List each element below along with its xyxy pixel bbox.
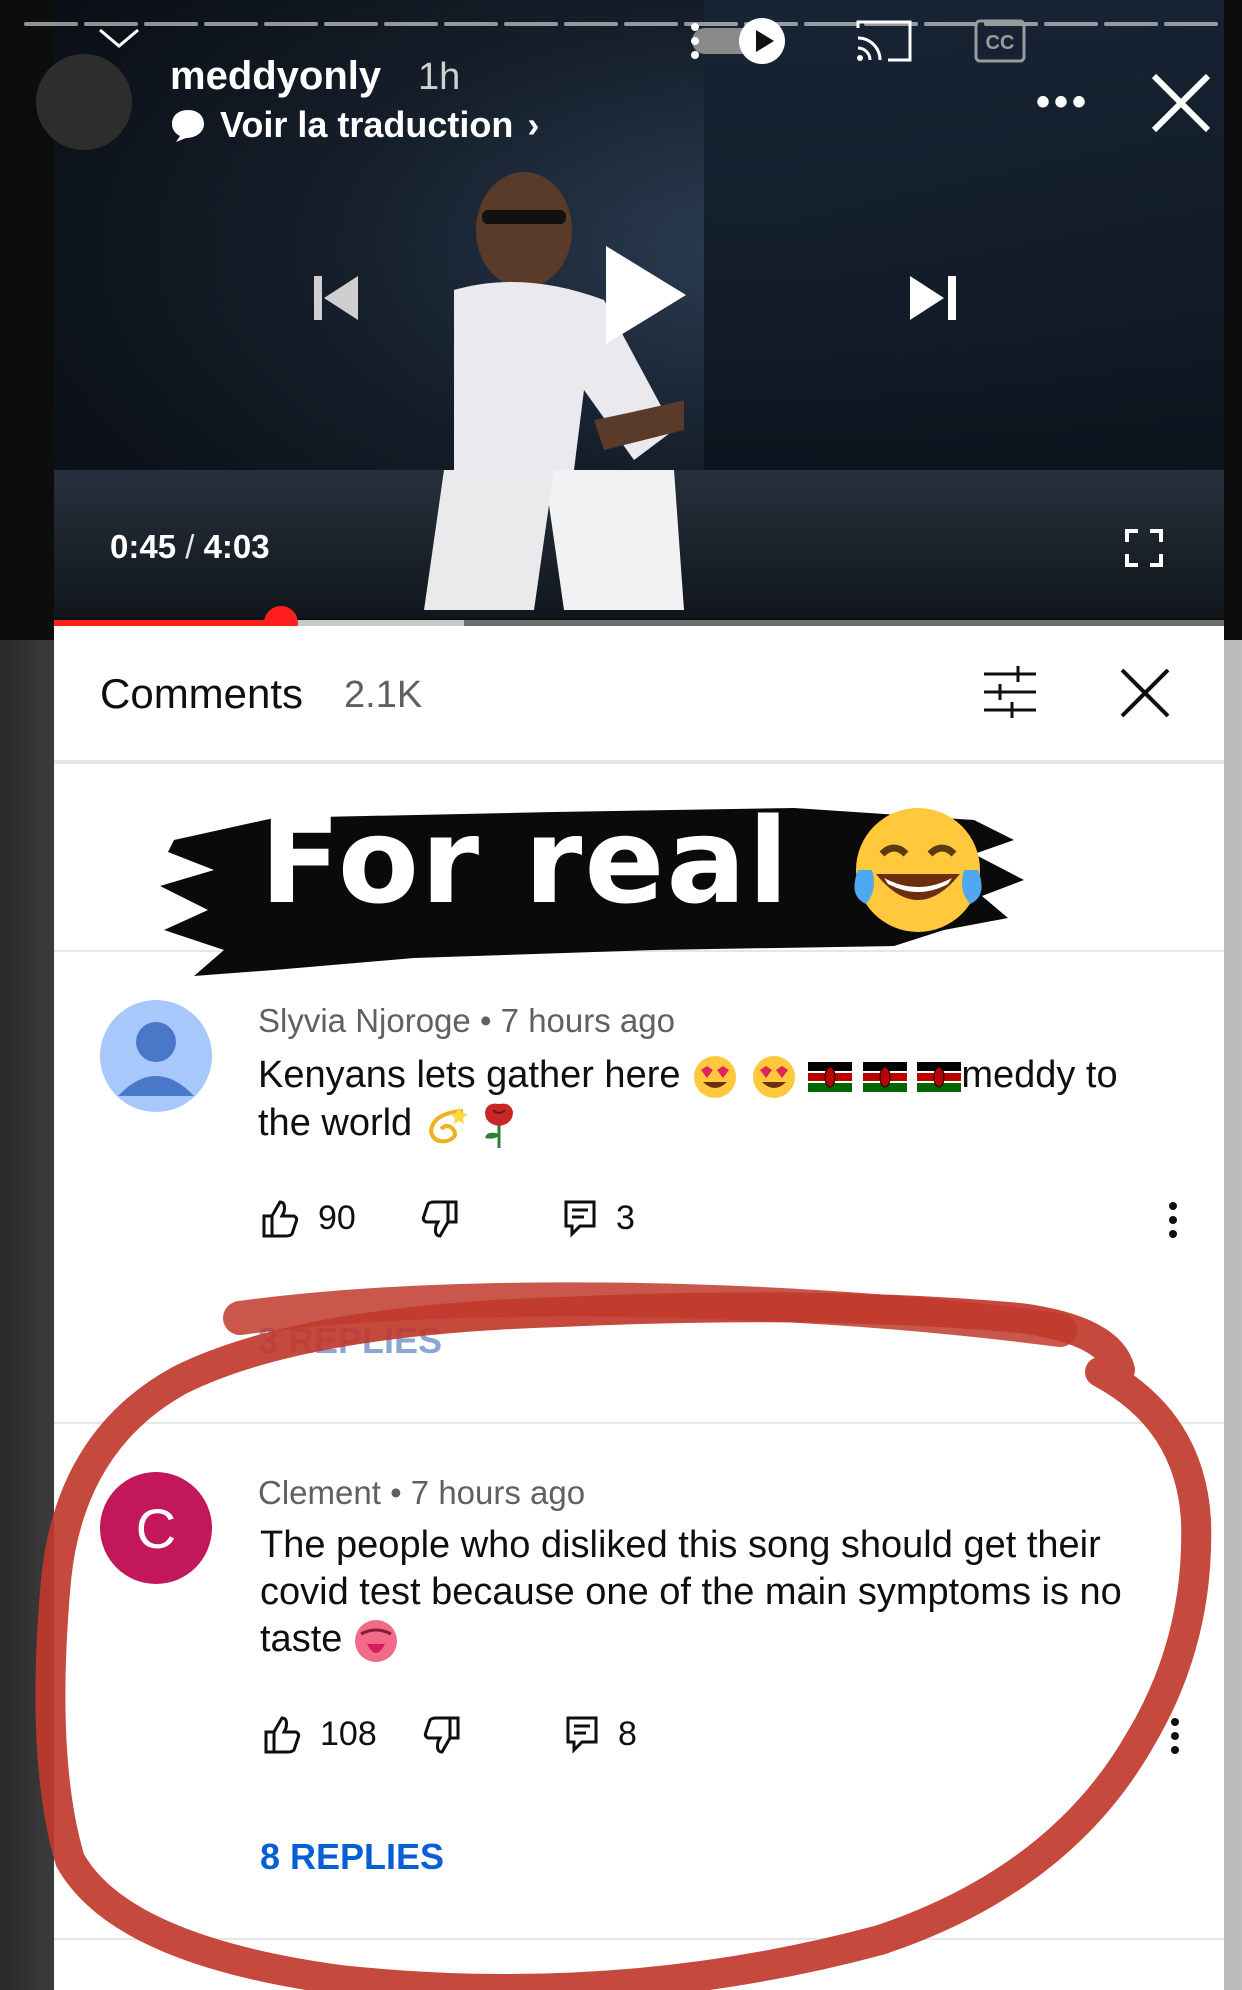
comment-meta: Clement • 7 hours ago (258, 1474, 586, 1511)
previous-button[interactable] (306, 268, 366, 328)
sort-icon (984, 666, 1036, 718)
thumbs-up-icon (264, 1716, 301, 1754)
reply-icon (566, 1716, 598, 1754)
reply-button[interactable]: 3 (562, 1198, 635, 1238)
comment-text: Kenyans lets gather here meddy to the wo… (258, 1052, 1178, 1150)
speech-bubble-icon (172, 110, 204, 142)
like-button[interactable]: 108 (262, 1714, 377, 1754)
like-button[interactable]: 90 (260, 1198, 356, 1238)
story-username[interactable]: meddyonly (170, 54, 381, 99)
heart-eyes-emoji (752, 1055, 795, 1098)
comment-text-line1: Kenyans lets gather here (258, 1054, 681, 1096)
chevron-down-icon[interactable] (96, 26, 142, 50)
cast-icon[interactable] (854, 18, 914, 64)
reply-button[interactable]: 8 (564, 1714, 637, 1754)
divider (54, 1422, 1224, 1424)
tongue-emoji (354, 1619, 397, 1662)
sort-button[interactable] (982, 666, 1038, 725)
comment-text-line2: the world (258, 1102, 413, 1144)
view-replies-button[interactable]: 3 REPLIES (258, 1320, 442, 1362)
heart-eyes-emoji (694, 1055, 737, 1098)
dislike-button[interactable] (420, 1200, 460, 1240)
close-icon (1151, 73, 1211, 133)
video-time: 0:45 / 4:03 (110, 528, 270, 566)
next-button[interactable] (904, 268, 964, 328)
laughing-tears-emoji (854, 808, 982, 932)
thumbs-down-icon (423, 1716, 460, 1754)
kenya-flag-emoji (917, 1061, 962, 1092)
story-more-icon[interactable]: ••• (1036, 80, 1090, 125)
translate-link[interactable]: Voir la traduction › (170, 104, 539, 146)
thumbs-up-icon (262, 1200, 299, 1238)
fullscreen-icon (1125, 529, 1163, 567)
play-icon (606, 246, 686, 344)
story-close-button[interactable] (1150, 72, 1212, 139)
view-replies-button[interactable]: 8 REPLIES (260, 1836, 444, 1878)
comments-title: Comments (100, 670, 304, 717)
comment-kebab-icon[interactable] (1168, 1196, 1178, 1244)
chevron-right-icon: › (527, 104, 540, 145)
avatar[interactable]: C (100, 1472, 212, 1584)
divider (54, 760, 1224, 762)
kenya-flag-emoji (808, 1061, 853, 1092)
time-separator: / (185, 528, 195, 565)
reply-icon (564, 1200, 596, 1238)
svg-text:CC: CC (986, 32, 1015, 54)
rose-emoji (485, 1103, 514, 1148)
thumbs-down-icon (421, 1200, 458, 1238)
video-person (424, 172, 684, 610)
story-avatar[interactable] (36, 54, 132, 150)
sticker-text: For real (260, 792, 791, 930)
like-count: 90 (318, 1198, 356, 1237)
like-count: 108 (320, 1714, 377, 1753)
previous-icon (314, 276, 358, 320)
dizzy-emoji (428, 1106, 468, 1144)
video-top-icons: CC (690, 18, 1026, 64)
comment-time: 7 hours ago (410, 1474, 586, 1511)
duration: 4:03 (203, 528, 270, 565)
dislike-button[interactable] (422, 1716, 462, 1756)
close-icon (1120, 668, 1170, 718)
divider (54, 1938, 1224, 1940)
comment-author[interactable]: Slyvia Njoroge (258, 1002, 471, 1039)
translate-label: Voir la traduction (220, 104, 514, 145)
comment-author[interactable]: Clement (258, 1474, 381, 1511)
autoplay-toggle[interactable] (690, 18, 794, 64)
reply-count: 3 (616, 1198, 635, 1237)
fullscreen-button[interactable] (1124, 528, 1164, 573)
comment-meta: Slyvia Njoroge • 7 hours ago (258, 1002, 675, 1039)
comment-text: The people who disliked this song should… (260, 1522, 1190, 1664)
reply-count: 8 (618, 1714, 637, 1753)
comment-text-after-flags: meddy to (961, 1054, 1118, 1096)
video-kebab-icon[interactable] (690, 17, 700, 65)
story-progress-segments (24, 22, 1218, 26)
comments-header: Comments 2.1K (54, 626, 1224, 764)
comments-count: 2.1K (344, 674, 423, 716)
next-icon (910, 276, 956, 320)
comment-time: 7 hours ago (500, 1002, 675, 1039)
default-avatar-icon (118, 1022, 194, 1096)
comments-close-button[interactable] (1118, 666, 1172, 725)
video-controls (54, 240, 1224, 360)
story-time-ago: 1h (418, 56, 461, 98)
captions-icon[interactable]: CC (974, 19, 1026, 63)
comment-kebab-icon[interactable] (1170, 1712, 1180, 1760)
kenya-flag-emoji (862, 1061, 907, 1092)
current-time: 0:45 (110, 528, 177, 565)
play-button[interactable] (594, 240, 694, 350)
avatar[interactable] (100, 1000, 212, 1112)
